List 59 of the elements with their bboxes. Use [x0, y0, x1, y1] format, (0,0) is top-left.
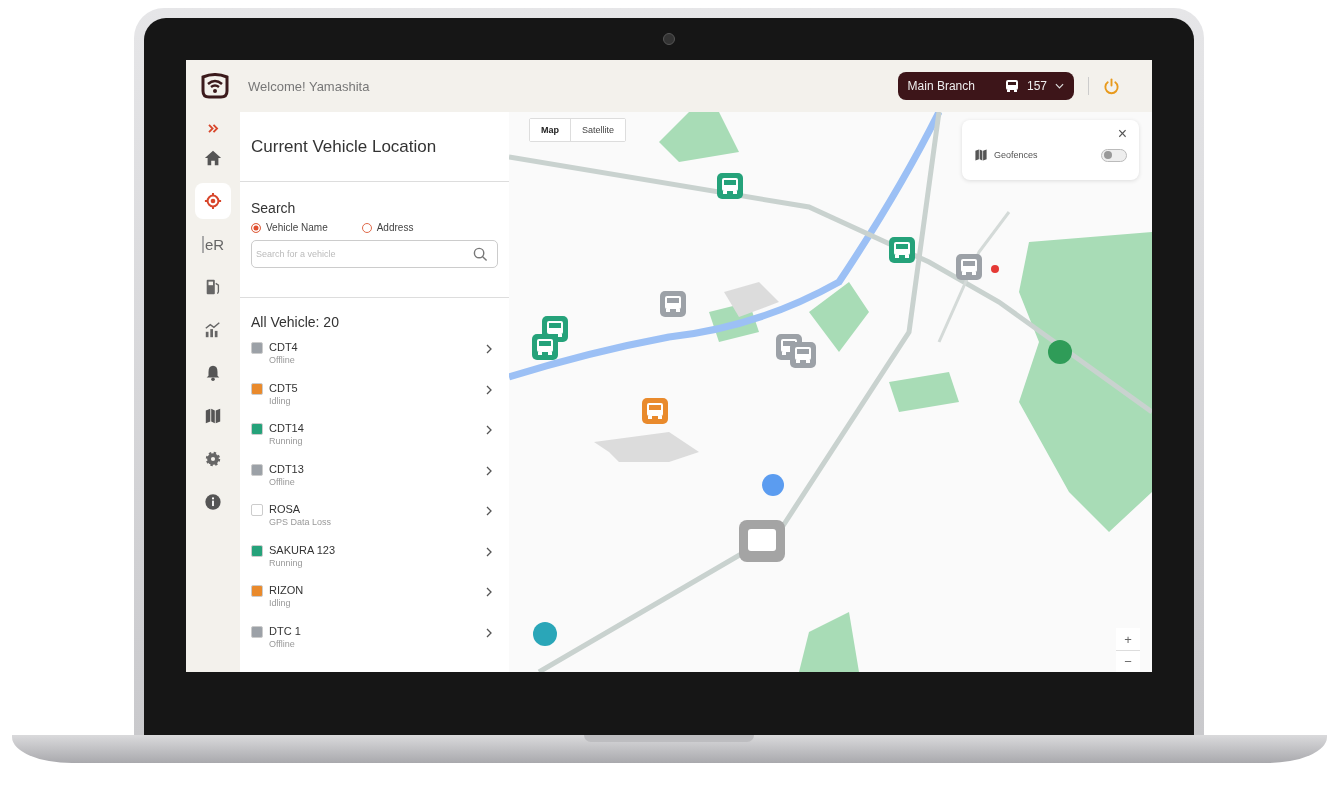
fuel-icon: [204, 278, 222, 296]
camera-icon: [663, 33, 675, 45]
search-icon: [473, 247, 488, 262]
chevron-right-icon: [486, 627, 492, 638]
chevron-right-icon: [486, 506, 492, 516]
chevron-right-icon: [486, 465, 492, 476]
chart-icon: [204, 321, 222, 339]
chevron-right-icon: [486, 384, 492, 395]
vehicle-item[interactable]: SAKURA 123 Running: [251, 543, 498, 584]
vehicle-item[interactable]: CDT13 Offline: [251, 462, 498, 503]
locate-icon: [204, 192, 222, 210]
welcome-text: Welcome! Yamashita: [248, 78, 370, 94]
map-icon: [204, 407, 222, 425]
vehicle-item[interactable]: DTC 1 Offline: [251, 624, 498, 665]
search-mode-radio[interactable]: Vehicle Name: [251, 222, 328, 233]
vehicle-item[interactable]: CDT14 Running: [251, 422, 498, 463]
vehicle-item[interactable]: CDT5 Idling: [251, 381, 498, 422]
vehicle-name: CDT14: [269, 422, 305, 434]
search-mode-radio[interactable]: Address: [361, 222, 414, 233]
vehicle-item[interactable]: CDT4 Offline: [251, 341, 498, 382]
vehicle-item[interactable]: ROSA GPS Data Loss: [251, 503, 498, 544]
chevron-right-icon: [486, 546, 492, 557]
vehicle-name: SAKURA 123: [269, 543, 337, 556]
vehicle-count: All Vehicle: 20: [251, 314, 340, 330]
vehicle-status: GPS Data Loss: [269, 517, 333, 527]
vehicle-name: CDT4: [269, 341, 299, 353]
map-type-tab[interactable]: Satellite: [570, 119, 626, 141]
vehicle-name: DTC 1: [269, 624, 302, 637]
vehicle-name: CDT5: [269, 381, 299, 394]
vehicle-name: CDT13: [269, 462, 305, 475]
bell-icon: [204, 364, 222, 382]
nav-text-item[interactable]: eR: [195, 226, 231, 262]
bus-icon: [1004, 79, 1019, 93]
close-button[interactable]: ×: [1117, 126, 1127, 142]
logo-icon: [200, 73, 230, 99]
vehicle-status: Running: [269, 557, 304, 568]
vehicle-status: Offline: [269, 638, 296, 649]
branch-selector[interactable]: Main Branch 157: [897, 72, 1074, 100]
home-icon: [204, 149, 222, 167]
map-icon: [974, 148, 988, 162]
gear-icon: [204, 450, 222, 468]
geofences-toggle[interactable]: [1101, 148, 1127, 162]
search-label: Search: [251, 200, 297, 216]
chevron-down-icon: [1055, 83, 1064, 89]
vehicle-name: RIZON: [269, 584, 305, 596]
chevron-right-icon: [486, 425, 492, 435]
vehicle-status: Offline: [269, 476, 296, 487]
vehicle-status: Idling: [269, 395, 292, 406]
vehicle-item[interactable]: RIZON Idling: [251, 584, 498, 625]
chevron-right-icon: [486, 587, 492, 597]
nav-locate-item[interactable]: [195, 183, 231, 219]
vehicle-status: Offline: [269, 355, 296, 365]
vehicle-name: ROSA: [269, 503, 302, 515]
geofences-label: Geofences: [994, 150, 1039, 160]
expand-icon[interactable]: [207, 124, 219, 133]
info-icon: [204, 493, 222, 511]
vehicle-status: Idling: [269, 598, 292, 608]
chevron-right-icon: [486, 344, 492, 354]
vehicle-status: Running: [269, 436, 304, 446]
